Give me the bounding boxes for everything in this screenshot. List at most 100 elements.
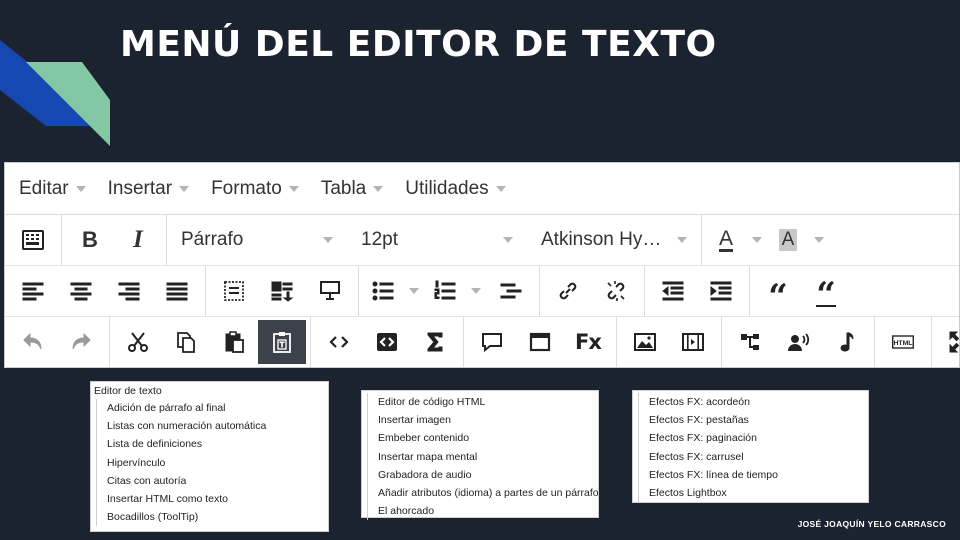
list-item[interactable]: Efectos Lightbox — [649, 484, 868, 502]
list-item[interactable]: Bocadillos (ToolTip) — [107, 508, 328, 526]
audio-recorder-button[interactable] — [774, 320, 822, 364]
menu-label: Editar — [19, 177, 69, 199]
menu-tabla[interactable]: Tabla — [321, 178, 384, 200]
undo-button[interactable] — [9, 320, 57, 364]
caret-down-icon — [503, 237, 513, 243]
copy-button[interactable] — [162, 320, 210, 364]
list-item[interactable]: Lista de definiciones — [107, 435, 328, 453]
list-item[interactable]: Añadir atributos (idioma) a partes de un… — [378, 484, 599, 502]
corner-decoration — [0, 40, 110, 146]
list-items: Editor de código HTML Insertar imagen Em… — [367, 393, 599, 521]
list-item[interactable]: Efectos FX: carrusel — [649, 448, 868, 466]
add-paragraph-button[interactable] — [210, 269, 258, 313]
toolbar-row-1: B I Párrafo 12pt Atkinson Hy… A A — [5, 215, 959, 266]
bold-icon: B — [82, 227, 98, 252]
list-item[interactable]: Adición de párrafo al final — [107, 399, 328, 417]
tooltip-button[interactable] — [468, 320, 516, 364]
copy-icon — [177, 332, 195, 353]
effects-fx-button[interactable]: Fx — [564, 320, 612, 364]
remove-link-button[interactable] — [592, 269, 640, 313]
list-item[interactable]: Insertar mapa mental — [378, 448, 598, 466]
bullet-list-dropdown[interactable] — [403, 288, 425, 294]
list-item[interactable]: Embeber contenido — [378, 429, 598, 447]
html-editor-button[interactable] — [363, 320, 411, 364]
toolbar-group: A A — [702, 215, 834, 265]
bold-button[interactable]: B — [66, 218, 114, 262]
align-center-button[interactable] — [57, 269, 105, 313]
list-item[interactable]: El ahorcado — [378, 502, 598, 520]
justify-button[interactable] — [153, 269, 201, 313]
paste-text-icon — [273, 332, 291, 353]
list-item[interactable]: Insertar imagen — [378, 411, 598, 429]
insert-link-button[interactable] — [544, 269, 592, 313]
insert-html-text-button[interactable]: HTML — [879, 320, 927, 364]
insert-image-button[interactable] — [621, 320, 669, 364]
list-insert-icon — [271, 281, 294, 302]
bullet-list-button[interactable] — [363, 269, 403, 313]
menu-editar[interactable]: Editar — [19, 178, 86, 200]
author-credit: JOSÉ JOAQUÍN YELO CARRASCO — [797, 519, 946, 529]
outdent-button[interactable] — [649, 269, 697, 313]
text-color-dropdown[interactable] — [746, 237, 768, 243]
caret-down-icon — [179, 185, 190, 192]
fullscreen-button[interactable] — [936, 320, 959, 364]
speaker-person-icon — [788, 333, 810, 351]
numbered-list-auto-button[interactable] — [258, 269, 306, 313]
list-item[interactable]: Efectos FX: acordeón — [649, 393, 868, 411]
numbered-list-dropdown[interactable] — [465, 288, 487, 294]
background-color-dropdown[interactable] — [808, 237, 830, 243]
numbered-list-button[interactable] — [425, 269, 465, 313]
font-family-select[interactable]: Atkinson Hy… — [527, 215, 701, 265]
cite-button[interactable]: “ — [802, 269, 850, 313]
audio-button[interactable] — [822, 320, 870, 364]
list-item[interactable]: Grabadora de audio — [378, 466, 598, 484]
toolbar-group — [5, 215, 62, 265]
link-icon — [559, 282, 577, 300]
list-item[interactable]: Efectos FX: paginación — [649, 429, 868, 447]
source-code-button[interactable] — [315, 320, 363, 364]
list-item[interactable]: Hipervínculo — [107, 454, 328, 472]
definition-list-button[interactable] — [306, 269, 354, 313]
caret-down-icon — [677, 237, 687, 243]
toolbar-group: Párrafo 12pt Atkinson Hy… — [167, 215, 702, 265]
toolbar-group — [645, 266, 750, 316]
insert-media-button[interactable] — [669, 320, 717, 364]
definition-list-icon — [500, 283, 522, 299]
mind-map-button[interactable] — [726, 320, 774, 364]
toolbar-group: B I — [62, 215, 167, 265]
text-color-button[interactable]: A — [706, 218, 746, 262]
menu-utilidades[interactable]: Utilidades — [405, 178, 506, 200]
math-formula-button[interactable] — [411, 320, 459, 364]
toolbar-row-2: “ “ — [5, 266, 959, 317]
list-item[interactable]: Insertar HTML como texto — [107, 490, 328, 508]
redo-button[interactable] — [57, 320, 105, 364]
indent-button[interactable] — [697, 269, 745, 313]
align-left-button[interactable] — [9, 269, 57, 313]
format-block-select[interactable]: Párrafo — [167, 215, 347, 265]
bullet-list-icon — [372, 281, 394, 301]
toggle-toolbar-button[interactable] — [9, 218, 57, 262]
undo-icon — [23, 332, 42, 350]
caret-down-icon — [373, 185, 384, 192]
font-size-select[interactable]: 12pt — [347, 215, 527, 265]
numbered-list-icon — [434, 280, 456, 300]
cut-button[interactable] — [114, 320, 162, 364]
align-right-button[interactable] — [105, 269, 153, 313]
list-item[interactable]: Efectos FX: línea de tiempo — [649, 466, 868, 484]
list-item[interactable]: Efectos FX: pestañas — [649, 411, 868, 429]
menu-insertar[interactable]: Insertar — [108, 178, 190, 200]
paste-as-text-button[interactable] — [258, 320, 306, 364]
definition-terms-button[interactable] — [487, 269, 535, 313]
blockquote-button[interactable]: “ — [754, 269, 802, 314]
list-item[interactable]: Citas con autoría — [107, 472, 328, 490]
outdent-icon — [662, 281, 684, 301]
list-item[interactable]: Listas con numeración automática — [107, 417, 328, 435]
background-color-button[interactable]: A — [768, 218, 808, 262]
menu-formato[interactable]: Formato — [211, 178, 299, 200]
editor-texto-list: Editor de texto Adición de párrafo al fi… — [90, 381, 329, 532]
italic-icon: I — [133, 226, 143, 253]
italic-button[interactable]: I — [114, 218, 162, 262]
embed-content-button[interactable] — [516, 320, 564, 364]
paste-button[interactable] — [210, 320, 258, 364]
list-item[interactable]: Editor de código HTML — [378, 393, 598, 411]
